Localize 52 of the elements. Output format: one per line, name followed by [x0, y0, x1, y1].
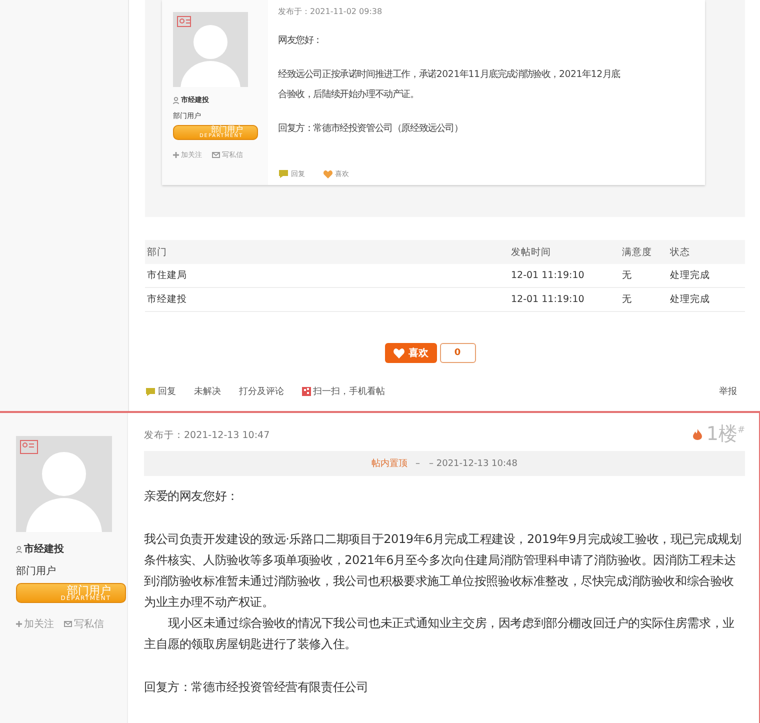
table-cell: 市经建投 — [145, 288, 509, 312]
message-link[interactable]: 写私信 — [64, 617, 104, 631]
post-date: 发布于：2021-12-13 10:47 — [144, 429, 270, 442]
post-paragraph: 我公司负责开发建设的致远·乐路口二期项目于2019年6月完成工程建设，2019年9月完成竣工验收，现已完成规划条件核实、人防验收等多项单项验收，2021年6月至今多次向住建局消防管理科申请了消防验收。因消防工程未达到消防验收标准暂未通过消防验收，我公司也积极要求施工单位按照验收标准整改，尽快完成消防验收和综合验收为业主办理不动产权证。 — [144, 531, 742, 611]
post-paragraph: 网友您好： — [278, 34, 324, 48]
column-header: 满意度 — [620, 240, 668, 264]
speech-bubble-icon — [145, 386, 156, 396]
flame-icon — [693, 428, 702, 440]
follow-link[interactable]: 加关注 — [16, 617, 54, 631]
table-cell: 处理完成 — [668, 288, 745, 312]
post-paragraph: 亲爱的网友您好： — [144, 488, 240, 505]
post-paragraph: 经致远公司正按承诺时间推进工作，承诺2021年11月底完成消防验收，2021年12月底 — [278, 68, 622, 82]
post-paragraph: 回复方：常德市经投资管经营有限责任公司 — [144, 679, 370, 696]
id-card-icon — [20, 440, 38, 454]
plus-icon — [173, 152, 179, 158]
sticky-detail: – – 2021-12-13 10:48 — [416, 458, 518, 470]
badge-title: 部门用户 — [211, 126, 243, 134]
action-link[interactable]: 未解决 — [194, 385, 221, 398]
sticky-label[interactable]: 帖内置顶 — [372, 457, 408, 470]
person-icon — [16, 546, 22, 552]
column-header: 状态 — [668, 240, 745, 264]
envelope-icon — [212, 152, 220, 158]
badge-title: 部门用户 — [67, 584, 111, 596]
column-header: 部门 — [145, 240, 509, 264]
floor-number: 1楼$^{#}$ — [706, 422, 745, 447]
user-role: 部门用户 — [16, 564, 57, 578]
qr-code-icon — [302, 387, 311, 396]
like-button[interactable]: 喜欢 — [384, 343, 436, 363]
table-cell: 12-01 11:19:10 — [509, 288, 620, 312]
action-link[interactable]: 打分及评论 — [239, 385, 284, 398]
table-cell: 无 — [620, 288, 668, 312]
post-date: 发布于：2021-11-02 09:38 — [278, 6, 384, 17]
table-cell: 12-01 11:19:10 — [509, 264, 620, 288]
column-header: 发帖时间 — [509, 240, 620, 264]
plus-icon — [16, 621, 22, 627]
person-icon — [173, 96, 179, 104]
report-link[interactable]: 举报 — [719, 385, 737, 398]
id-card-icon — [177, 16, 191, 27]
user-name[interactable]: 市经建投 — [24, 542, 64, 556]
heart-icon — [323, 170, 333, 178]
post-paragraph: 回复方：常德市经投资管公司（原经致远公司） — [278, 122, 464, 136]
reply-link[interactable]: 回复 — [145, 385, 176, 398]
mobile-view-link[interactable]: 扫一扫，手机看帖 — [302, 385, 385, 398]
table-cell: 市住建局 — [145, 264, 509, 288]
envelope-icon — [64, 621, 72, 627]
like-count[interactable]: 0 — [440, 343, 476, 363]
post-paragraph: 合验收，后陆续开始办理不动产证。 — [278, 88, 420, 102]
speech-bubble-icon — [278, 169, 289, 179]
heart-icon — [392, 348, 404, 358]
table-cell: 无 — [620, 264, 668, 288]
table-cell: 处理完成 — [668, 264, 745, 288]
post-paragraph: 现小区未通过综合验收的情况下我公司也未正式通知业主交房，因考虑到部分棚改回迁户的实际住房需求，业主自愿的领取房屋钥匙进行了装修入住。 — [144, 615, 736, 653]
